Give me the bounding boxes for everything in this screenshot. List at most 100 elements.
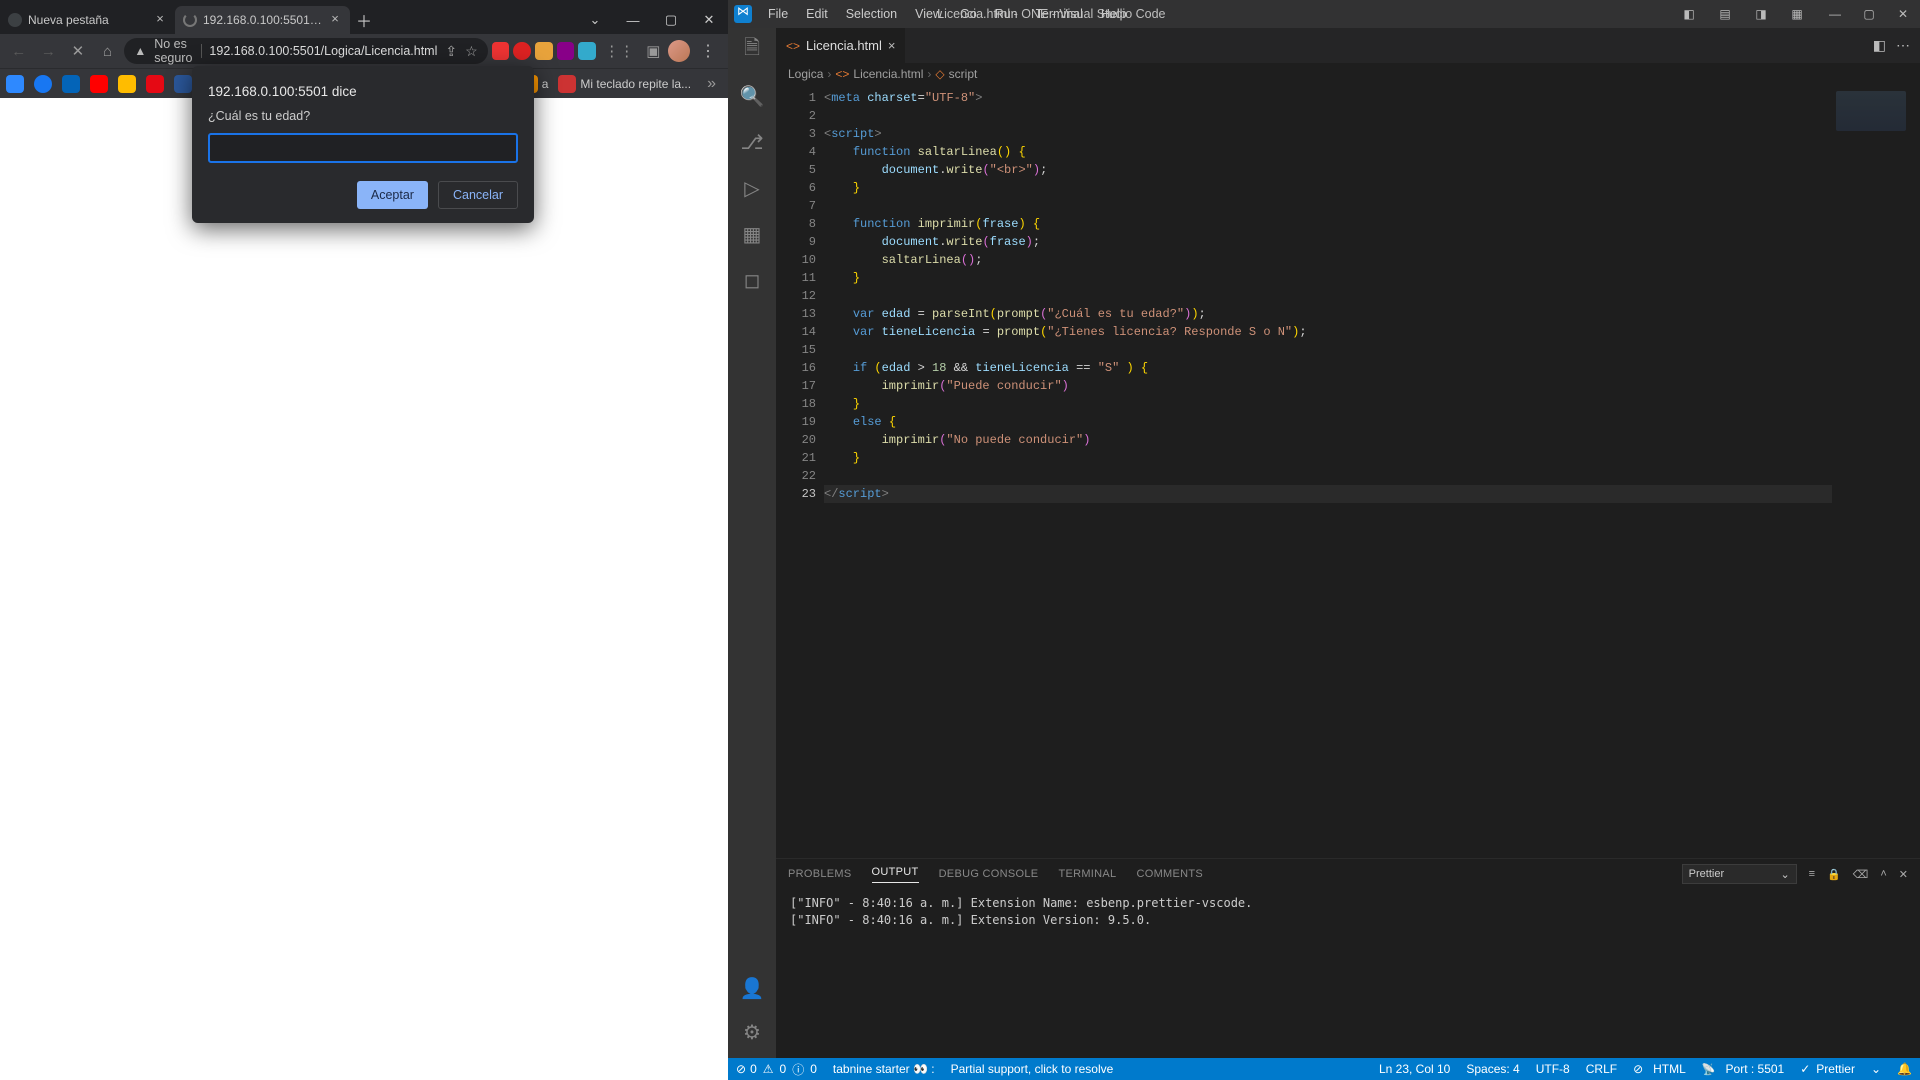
close-window-icon[interactable]: ✕ — [690, 6, 728, 34]
split-editor-icon[interactable]: ◧ — [1873, 37, 1886, 54]
more-actions-icon[interactable]: ⋯ — [1896, 37, 1910, 54]
new-tab-button[interactable]: ＋ — [350, 6, 378, 34]
editor[interactable]: 12345678 910111213141516 17181920212223 … — [776, 85, 1920, 858]
crumb-symbol: script — [949, 67, 978, 81]
bookmarks-overflow-icon[interactable]: » — [701, 75, 722, 93]
output-view[interactable]: ["INFO" - 8:40:16 a. m.] Extension Name:… — [776, 889, 1920, 1058]
status-indent[interactable]: Spaces: 4 — [1458, 1062, 1527, 1076]
extensions-menu-icon[interactable]: ⋮⋮ — [600, 42, 638, 60]
status-eol[interactable]: CRLF — [1578, 1062, 1625, 1076]
vscode-window: File Edit Selection View Go Run Terminal… — [728, 0, 1920, 1080]
bookmark-icon[interactable] — [62, 75, 80, 93]
extensions-icon[interactable]: ▦ — [740, 222, 764, 246]
panel-tab-terminal[interactable]: TERMINAL — [1058, 868, 1116, 880]
bookmark-icon[interactable] — [34, 75, 52, 93]
toggle-secondary-sidebar-icon[interactable]: ◨ — [1744, 0, 1778, 28]
bottom-panel: PROBLEMS OUTPUT DEBUG CONSOLE TERMINAL C… — [776, 858, 1920, 1058]
panel-tab-debug[interactable]: DEBUG CONSOLE — [939, 868, 1039, 880]
forward-button[interactable]: → — [36, 38, 62, 64]
lock-scroll-icon[interactable]: 🔒 — [1827, 868, 1841, 881]
source-control-icon[interactable]: ⎇ — [740, 130, 764, 154]
status-encoding[interactable]: UTF-8 — [1528, 1062, 1578, 1076]
status-bar: 0 ⚠0 ⓘ0 tabnine starter 👀 : Partial supp… — [728, 1058, 1920, 1080]
dialog-cancel-button[interactable]: Cancelar — [438, 181, 518, 209]
minimap[interactable] — [1832, 85, 1920, 858]
chrome-tab-1[interactable]: 192.168.0.100:5501/Logica/Licen × — [175, 6, 350, 34]
editor-tab-licencia[interactable]: <> Licencia.html × — [776, 28, 906, 63]
chrome-window: Nueva pestaña × 192.168.0.100:5501/Logic… — [0, 0, 728, 1080]
extension-icon[interactable] — [578, 42, 596, 60]
status-lang[interactable]: HTML — [1625, 1062, 1694, 1076]
output-channel-selector[interactable]: Prettier⌄ — [1682, 864, 1797, 884]
accounts-icon[interactable]: 👤 — [740, 976, 764, 1000]
menu-file[interactable]: File — [760, 5, 796, 23]
chrome-tab-0[interactable]: Nueva pestaña × — [0, 6, 175, 34]
close-icon[interactable]: × — [328, 13, 342, 27]
status-feedback-icon[interactable]: ⌄ — [1863, 1062, 1889, 1076]
profile-avatar[interactable] — [668, 40, 690, 62]
menu-selection[interactable]: Selection — [838, 5, 905, 23]
bookmark-icon[interactable] — [146, 75, 164, 93]
bookmark-icon[interactable] — [174, 75, 192, 93]
html-file-icon: <> — [835, 67, 849, 81]
close-window-icon[interactable]: ✕ — [1886, 0, 1920, 28]
address-bar[interactable]: ▲ No es seguro 192.168.0.100:5501/Logica… — [124, 38, 487, 64]
close-icon[interactable]: × — [888, 38, 896, 53]
customize-layout-icon[interactable]: ▦ — [1780, 0, 1814, 28]
extension-icon[interactable] — [513, 42, 531, 60]
status-port[interactable]: Port : 5501 — [1694, 1062, 1792, 1076]
menu-edit[interactable]: Edit — [798, 5, 836, 23]
cube-icon[interactable]: ◻ — [740, 268, 764, 292]
status-partial[interactable]: Partial support, click to resolve — [943, 1058, 1122, 1080]
panel-action-icon[interactable]: ≡ — [1809, 868, 1815, 880]
minimize-icon[interactable]: — — [614, 6, 652, 34]
share-icon[interactable]: ⇪ — [445, 43, 457, 60]
home-button[interactable]: ⌂ — [95, 38, 121, 64]
status-problems[interactable]: 0 ⚠0 ⓘ0 — [728, 1058, 825, 1080]
activity-bar: 🗎 🔍 ⎇ ▷ ▦ ◻ 👤 ⚙ — [728, 28, 776, 1058]
toggle-primary-sidebar-icon[interactable]: ◧ — [1672, 0, 1706, 28]
bookmark-icon[interactable] — [118, 75, 136, 93]
close-icon[interactable]: × — [153, 13, 167, 27]
info-count: 0 — [810, 1062, 817, 1076]
panel-tab-output[interactable]: OUTPUT — [872, 866, 919, 883]
side-panel-icon[interactable]: ▣ — [642, 42, 664, 60]
dropdown-icon[interactable]: ⌄ — [576, 6, 614, 34]
toggle-panel-icon[interactable]: ▤ — [1708, 0, 1742, 28]
panel-tab-bar: PROBLEMS OUTPUT DEBUG CONSOLE TERMINAL C… — [776, 859, 1920, 889]
extension-icon[interactable] — [492, 42, 510, 60]
chrome-tab-0-title: Nueva pestaña — [28, 13, 147, 27]
code-area[interactable]: <meta charset="UTF-8"> <script> function… — [824, 85, 1832, 858]
bookmark-link[interactable]: Mi teclado repite la... — [558, 75, 691, 93]
maximize-icon[interactable]: ▢ — [1852, 0, 1886, 28]
maximize-panel-icon[interactable]: ˄ — [1880, 868, 1886, 880]
url-text: 192.168.0.100:5501/Logica/Licencia.html — [209, 44, 437, 58]
status-tabnine[interactable]: tabnine starter 👀 : — [825, 1058, 943, 1080]
status-bell-icon[interactable]: 🔔 — [1889, 1062, 1920, 1076]
bookmark-icon[interactable] — [90, 75, 108, 93]
settings-gear-icon[interactable]: ⚙ — [740, 1020, 764, 1044]
panel-tab-comments[interactable]: COMMENTS — [1136, 868, 1203, 880]
close-panel-icon[interactable]: ✕ — [1899, 868, 1908, 881]
extension-icon[interactable] — [557, 42, 575, 60]
bookmark-icon[interactable] — [6, 75, 24, 93]
run-debug-icon[interactable]: ▷ — [740, 176, 764, 200]
extension-icon[interactable] — [535, 42, 553, 60]
search-icon[interactable]: 🔍 — [740, 84, 764, 108]
clear-output-icon[interactable]: ⌫ — [1853, 868, 1869, 881]
crumb-folder: Logica — [788, 67, 823, 81]
dialog-input[interactable] — [208, 133, 518, 163]
stop-reload-button[interactable]: ✕ — [65, 38, 91, 64]
minimize-icon[interactable]: — — [1818, 0, 1852, 28]
explorer-icon[interactable]: 🗎 — [740, 38, 764, 62]
dialog-ok-button[interactable]: Aceptar — [357, 181, 428, 209]
chrome-menu-icon[interactable]: ⋮ — [694, 41, 722, 61]
bookmark-star-icon[interactable]: ☆ — [465, 43, 478, 60]
panel-tab-problems[interactable]: PROBLEMS — [788, 868, 852, 880]
warning-count: 0 — [780, 1062, 787, 1076]
maximize-icon[interactable]: ▢ — [652, 6, 690, 34]
breadcrumb[interactable]: Logica › <> Licencia.html › ◇ script — [776, 63, 1920, 85]
status-prettier[interactable]: ✓ Prettier — [1792, 1062, 1863, 1076]
back-button[interactable]: ← — [6, 38, 32, 64]
status-cursor[interactable]: Ln 23, Col 10 — [1371, 1062, 1458, 1076]
